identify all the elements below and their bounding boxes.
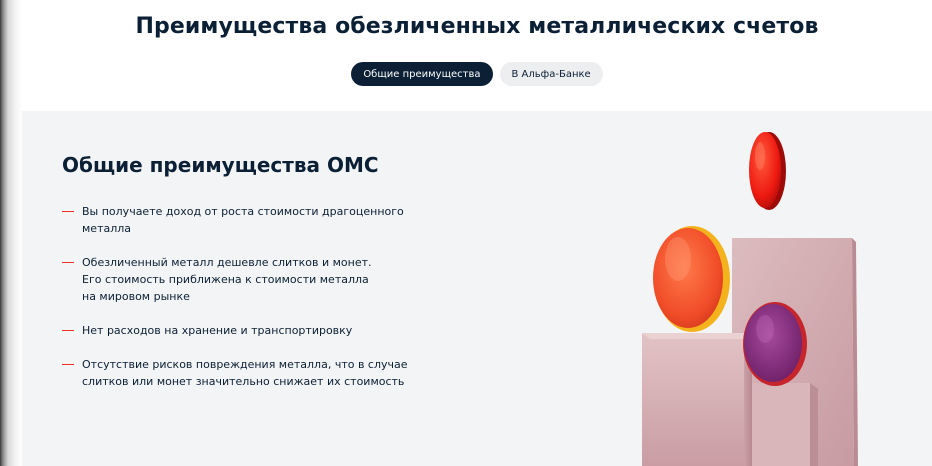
list-item: Обезличенный металл дешевле слитков и мо… bbox=[62, 254, 422, 305]
red-dash-icon bbox=[62, 364, 74, 365]
red-disc-shape bbox=[749, 132, 786, 210]
section-heading: Общие преимущества ОМС bbox=[62, 153, 379, 177]
benefit-line: Нет расходов на хранение и транспортиров… bbox=[82, 324, 353, 337]
benefit-line: на мировом рынке bbox=[82, 290, 190, 303]
small-block-shape bbox=[752, 383, 818, 466]
list-item: Вы получаете доход от роста стоимости др… bbox=[62, 203, 422, 237]
tab-bar: Общие преимущества В Альфа-Банке bbox=[22, 62, 932, 86]
benefit-line: Вы получаете доход от роста стоимости др… bbox=[82, 205, 404, 218]
red-dash-icon bbox=[62, 330, 74, 331]
benefit-line: Отсутствие рисков повреждения металла, ч… bbox=[82, 358, 408, 371]
metal-discs-illustration bbox=[642, 132, 858, 466]
purple-disc-shape bbox=[743, 302, 807, 386]
benefit-line: слитков или монет значительно снижает их… bbox=[82, 375, 405, 388]
orange-disc-shape bbox=[653, 226, 730, 332]
list-item: Нет расходов на хранение и транспортиров… bbox=[62, 322, 422, 339]
red-dash-icon bbox=[62, 211, 74, 212]
benefits-section: Общие преимущества ОМС Вы получаете дохо… bbox=[22, 111, 932, 466]
benefit-line: Обезличенный металл дешевле слитков и мо… bbox=[82, 256, 372, 269]
red-dash-icon bbox=[62, 262, 74, 263]
benefit-line: металла bbox=[82, 222, 132, 235]
page-title: Преимущества обезличенных металлических … bbox=[135, 14, 819, 39]
benefit-line: Его стоимость приближена к стоимости мет… bbox=[82, 273, 369, 286]
tab-in-alfa-bank[interactable]: В Альфа-Банке bbox=[499, 62, 603, 86]
front-block-shape bbox=[642, 333, 752, 466]
list-item: Отсутствие рисков повреждения металла, ч… bbox=[62, 356, 422, 390]
window-edge-shadow bbox=[0, 0, 22, 466]
header-section: Преимущества обезличенных металлических … bbox=[22, 0, 932, 111]
tab-general-benefits[interactable]: Общие преимущества bbox=[351, 62, 493, 86]
benefits-list: Вы получаете доход от роста стоимости др… bbox=[62, 203, 422, 407]
